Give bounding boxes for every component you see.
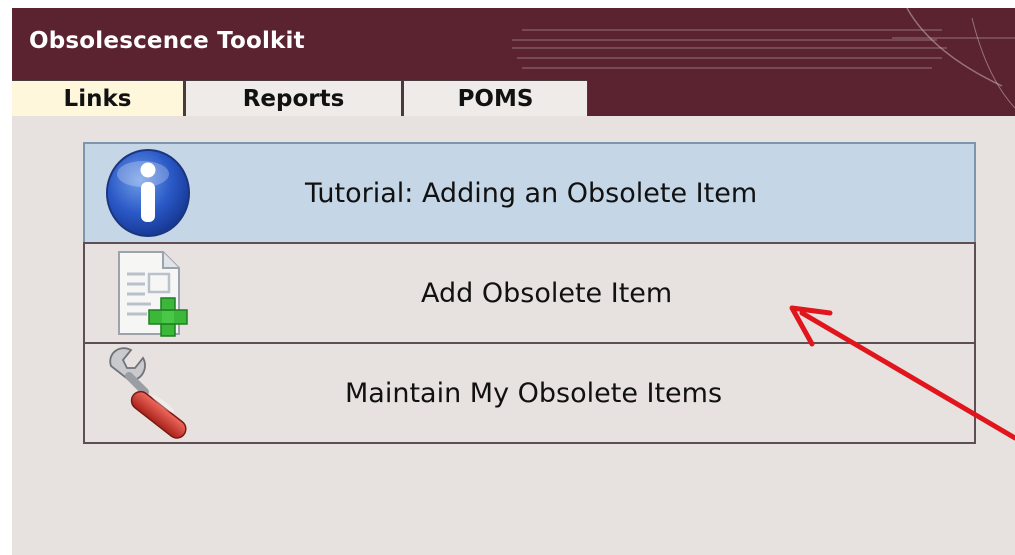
add-obsolete-item-link[interactable]: Add Obsolete Item — [83, 242, 976, 344]
add-obsolete-item-label: Add Obsolete Item — [421, 277, 673, 309]
tab-links[interactable]: Links — [12, 80, 184, 116]
maintain-obsolete-items-label: Maintain My Obsolete Items — [345, 377, 723, 409]
tab-reports[interactable]: Reports — [184, 80, 402, 116]
tutorial-link[interactable]: Tutorial: Adding an Obsolete Item — [83, 142, 976, 244]
tab-bar: Links Reports POMS — [12, 80, 588, 118]
tutorial-link-label: Tutorial: Adding an Obsolete Item — [305, 177, 758, 209]
app-title: Obsolescence Toolkit — [29, 28, 305, 54]
link-list: Tutorial: Adding an Obsolete Item Add Ob… — [83, 142, 976, 444]
toolkit-window: Obsolescence Toolkit Links Reports POMS — [12, 8, 1015, 555]
tab-poms[interactable]: POMS — [402, 80, 588, 116]
maintain-obsolete-items-link[interactable]: Maintain My Obsolete Items — [83, 342, 976, 444]
